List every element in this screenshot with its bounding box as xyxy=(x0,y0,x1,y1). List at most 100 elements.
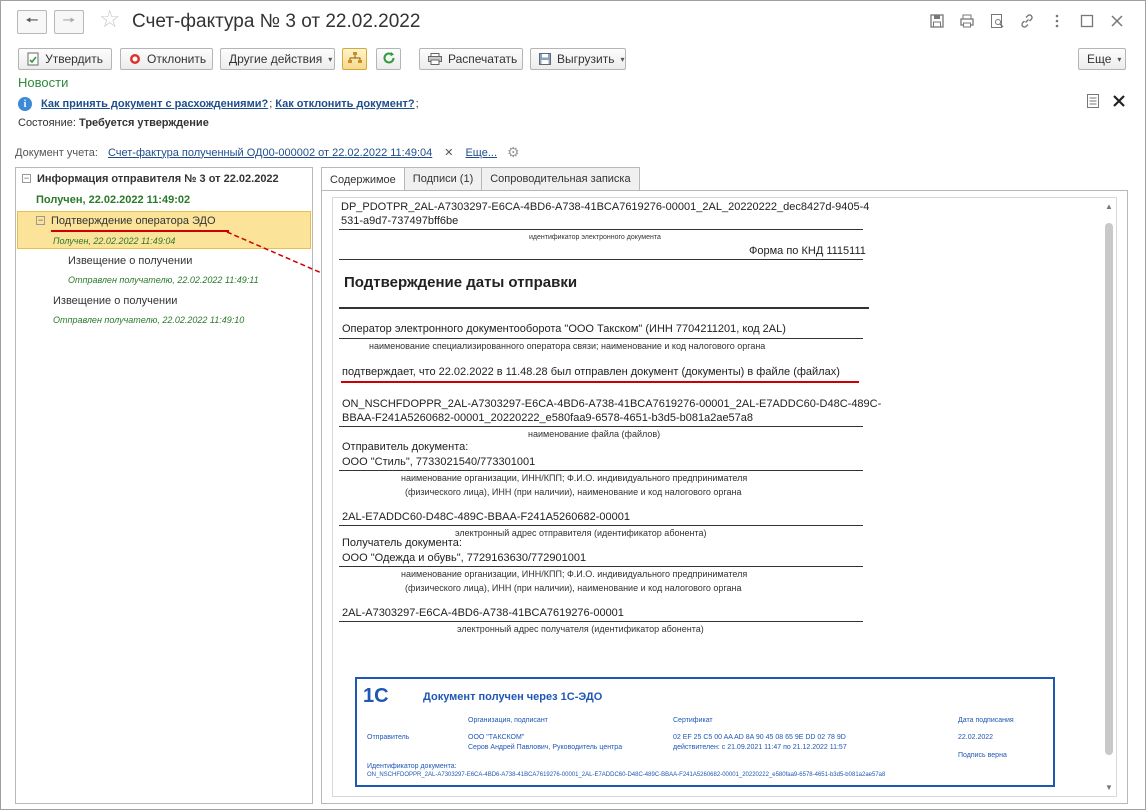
confirmation-line: подтверждает, что 22.02.2022 в 11.48.28 … xyxy=(342,366,840,378)
sender-label: Отправитель документа: xyxy=(342,441,469,453)
sender-value: ООО "Стиль", 7733021540/773301001 xyxy=(342,456,536,468)
divider xyxy=(339,470,863,471)
export-button[interactable]: Выгрузить ▾ xyxy=(530,48,626,70)
edo-signature-stamp: 1С Документ получен через 1С-ЭДО Организ… xyxy=(355,677,1055,787)
state-row: Состояние: Требуется утверждение xyxy=(18,117,209,129)
window-title: Счет-фактура № 3 от 22.02.2022 xyxy=(132,11,421,32)
sender-caption-1: наименование организации, ИНН/КПП; Ф.И.О… xyxy=(401,473,748,483)
stamp-col-org: Организация, подписант xyxy=(468,717,548,724)
command-bar: Утвердить Отклонить Другие действия ▾ Ра… xyxy=(18,48,1128,70)
state-label: Состояние: xyxy=(18,117,76,129)
hierarchy-icon xyxy=(348,51,362,67)
divider xyxy=(339,259,863,260)
preview-icon[interactable] xyxy=(989,13,1005,29)
refresh-button[interactable] xyxy=(376,48,401,70)
export-label: Выгрузить xyxy=(557,52,615,66)
arrow-right-icon: 🠖 xyxy=(62,11,76,29)
divider xyxy=(339,229,863,230)
maximize-icon[interactable] xyxy=(1079,13,1095,29)
structure-button[interactable] xyxy=(342,48,367,70)
more-label: Еще xyxy=(1087,52,1112,66)
news-link[interactable]: Новости xyxy=(18,75,68,90)
divider xyxy=(339,338,863,339)
receiver-caption-1: наименование организации, ИНН/КПП; Ф.И.О… xyxy=(401,569,748,579)
export-icon xyxy=(539,52,551,66)
tree-root-status: Получен, 22.02.2022 11:49:02 xyxy=(36,194,191,206)
collapse-icon[interactable]: − xyxy=(22,174,31,183)
chevron-down-icon: ▾ xyxy=(328,54,333,64)
back-button[interactable]: 🠔 xyxy=(17,10,47,34)
help-link-separator: ; xyxy=(415,98,419,110)
print-button[interactable]: Распечатать xyxy=(419,48,523,70)
clear-icon[interactable]: ✕ xyxy=(444,146,453,159)
other-actions-label: Другие действия xyxy=(229,52,323,66)
print-label: Распечатать xyxy=(448,52,518,66)
file-id-caption: идентификатор электронного документа xyxy=(529,234,661,241)
approve-icon xyxy=(27,52,39,66)
file-name-line-1: ON_NSCHFDOPPR_2AL-A7303297-E6CA-4BD6-A73… xyxy=(342,398,882,410)
more-link[interactable]: Еще... xyxy=(465,147,497,159)
tab-signatures[interactable]: Подписи (1) xyxy=(403,167,483,190)
file-id-line-1: DP_PDOTPR_2AL-A7303297-E6CA-4BD6-A738-41… xyxy=(341,201,870,213)
scroll-thumb[interactable] xyxy=(1105,223,1113,755)
tab-cover-note[interactable]: Сопроводительная записка xyxy=(481,167,640,190)
help-link-reject[interactable]: Как отклонить документ? xyxy=(275,98,414,110)
favorite-star-icon[interactable]: ☆ xyxy=(99,8,121,32)
tree-item-receipt-notice[interactable]: Извещение о получении xyxy=(53,295,349,307)
chevron-down-icon: ▾ xyxy=(1117,54,1122,64)
stamp-cert-valid: действителен: с 21.09.2021 11:47 по 21.1… xyxy=(673,744,847,751)
receiver-caption-2: (физического лица), ИНН (при наличии), н… xyxy=(405,583,742,593)
tree-root[interactable]: − Информация отправителя № 3 от 22.02.202… xyxy=(22,173,318,185)
reject-label: Отклонить xyxy=(147,52,207,66)
scroll-down-icon[interactable]: ▼ xyxy=(1105,783,1113,792)
stamp-date: 22.02.2022 xyxy=(958,734,994,741)
approve-button[interactable]: Утвердить xyxy=(18,48,112,70)
divider xyxy=(339,621,863,622)
close-panel-icon[interactable] xyxy=(1113,95,1125,107)
tree-item-status: Отправлен получателю, 22.02.2022 11:49:1… xyxy=(53,315,245,325)
divider xyxy=(339,307,869,309)
forward-button[interactable]: 🠖 xyxy=(54,10,84,34)
title-bar: 🠔 🠖 ☆ Счет-фактура № 3 от 22.02.2022 xyxy=(1,1,1145,43)
accounting-document-link[interactable]: Счет-фактура полученный ОД00-000002 от 2… xyxy=(108,147,432,159)
more-vertical-icon[interactable] xyxy=(1049,13,1065,29)
1c-logo: 1С xyxy=(363,685,389,707)
tree-item-label: Подтверждение оператора ЭДО xyxy=(51,215,216,227)
chevron-down-icon: ▾ xyxy=(620,54,625,64)
close-icon[interactable] xyxy=(1109,13,1125,29)
document-scrollbar[interactable]: ▲ ▼ xyxy=(1103,199,1115,795)
scroll-up-icon[interactable]: ▲ xyxy=(1105,202,1113,211)
file-id-line-2: 531-a9d7-737497bff6be xyxy=(341,215,459,227)
gear-icon[interactable]: ⚙ xyxy=(507,144,520,161)
approve-label: Утвердить xyxy=(45,52,103,66)
reject-icon xyxy=(129,52,141,66)
accounting-document-label: Документ учета: xyxy=(15,146,98,159)
link-icon[interactable] xyxy=(1019,13,1035,29)
print-icon[interactable] xyxy=(959,13,975,29)
divider xyxy=(339,426,863,427)
more-button[interactable]: Еще ▾ xyxy=(1078,48,1126,70)
window: 🠔 🠖 ☆ Счет-фактура № 3 от 22.02.2022 Утв… xyxy=(0,0,1146,810)
help-link-accept-discrepancies[interactable]: Как принять документ с расхождениями? xyxy=(41,98,268,110)
refresh-icon xyxy=(382,51,396,68)
file-name-caption: наименование файла (файлов) xyxy=(528,429,661,439)
tab-bar: Содержимое Подписи (1) Сопроводительная … xyxy=(321,167,640,191)
document-list-icon[interactable] xyxy=(1087,94,1099,108)
reject-button[interactable]: Отклонить xyxy=(120,48,213,70)
sender-caption-2: (физического лица), ИНН (при наличии), н… xyxy=(405,487,742,497)
tab-content[interactable]: Содержимое xyxy=(321,167,405,191)
other-actions-button[interactable]: Другие действия ▾ xyxy=(220,48,335,70)
sender-address: 2AL-E7ADDC60-D48C-489C-BBAA-F241A5260682… xyxy=(342,511,630,523)
divider xyxy=(339,525,863,526)
receiver-address-caption: электронный адрес получателя (идентифика… xyxy=(457,624,704,634)
stamp-col-cert: Сертификат xyxy=(673,717,713,724)
document-heading: Подтверждение даты отправки xyxy=(344,274,578,291)
save-icon[interactable] xyxy=(929,13,945,29)
state-value: Требуется утверждение xyxy=(79,117,209,129)
stamp-id: ON_NSCHFDOPPR_2AL-A7303297-E6CA-4BD6-A73… xyxy=(367,772,886,778)
collapse-icon[interactable]: − xyxy=(36,216,45,225)
stamp-sig-ok: Подпись верна xyxy=(958,752,1007,759)
help-links: i Как принять документ с расхождениями? … xyxy=(18,96,422,112)
title-toolbar-icons xyxy=(929,13,1125,29)
receiver-address: 2AL-A7303297-E6CA-4BD6-A738-41BCA7619276… xyxy=(342,607,624,619)
